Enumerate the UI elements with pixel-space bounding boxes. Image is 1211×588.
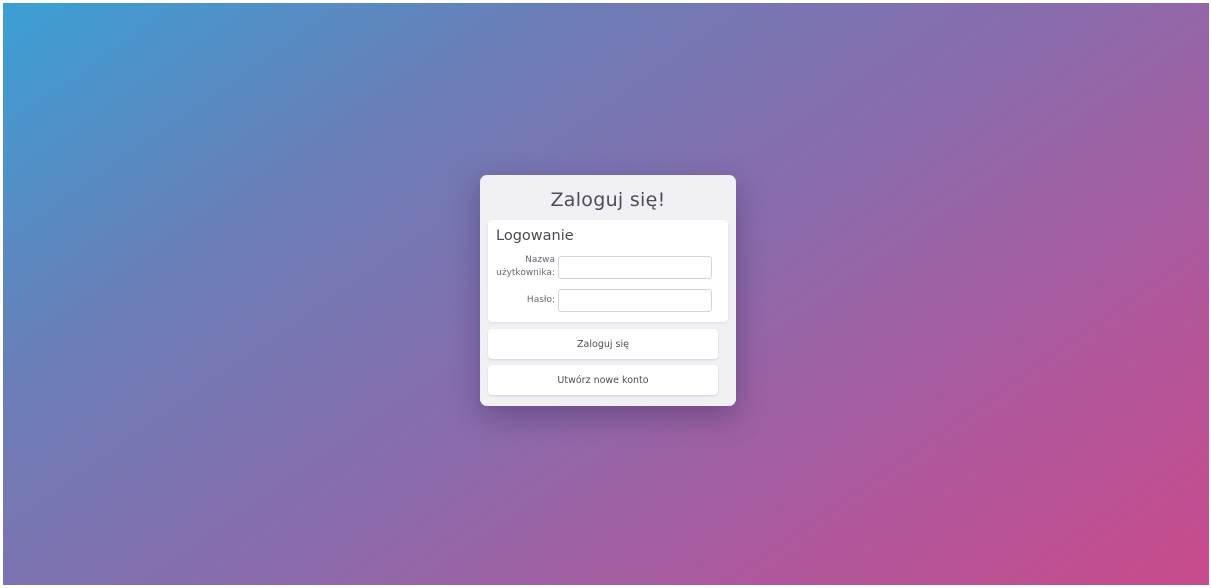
password-input[interactable] bbox=[558, 289, 712, 312]
fieldset-legend: Logowanie bbox=[496, 228, 574, 244]
password-label: Hasło: bbox=[526, 295, 555, 305]
login-card: Zaloguj się! Logowanie Nazwa użytkownika… bbox=[480, 175, 736, 406]
username-label: Nazwa użytkownika: bbox=[496, 255, 555, 278]
username-row: Nazwa użytkownika: bbox=[496, 254, 722, 280]
create-account-button[interactable]: Utwórz nowe konto bbox=[488, 365, 718, 395]
card-title: Zaloguj się! bbox=[550, 189, 666, 211]
login-button[interactable]: Zaloguj się bbox=[488, 329, 718, 359]
page-background: Zaloguj się! Logowanie Nazwa użytkownika… bbox=[3, 3, 1209, 585]
username-input[interactable] bbox=[558, 255, 712, 279]
password-row: Hasło: bbox=[496, 289, 722, 312]
login-fieldset: Logowanie Nazwa użytkownika: Hasło: bbox=[488, 220, 728, 322]
